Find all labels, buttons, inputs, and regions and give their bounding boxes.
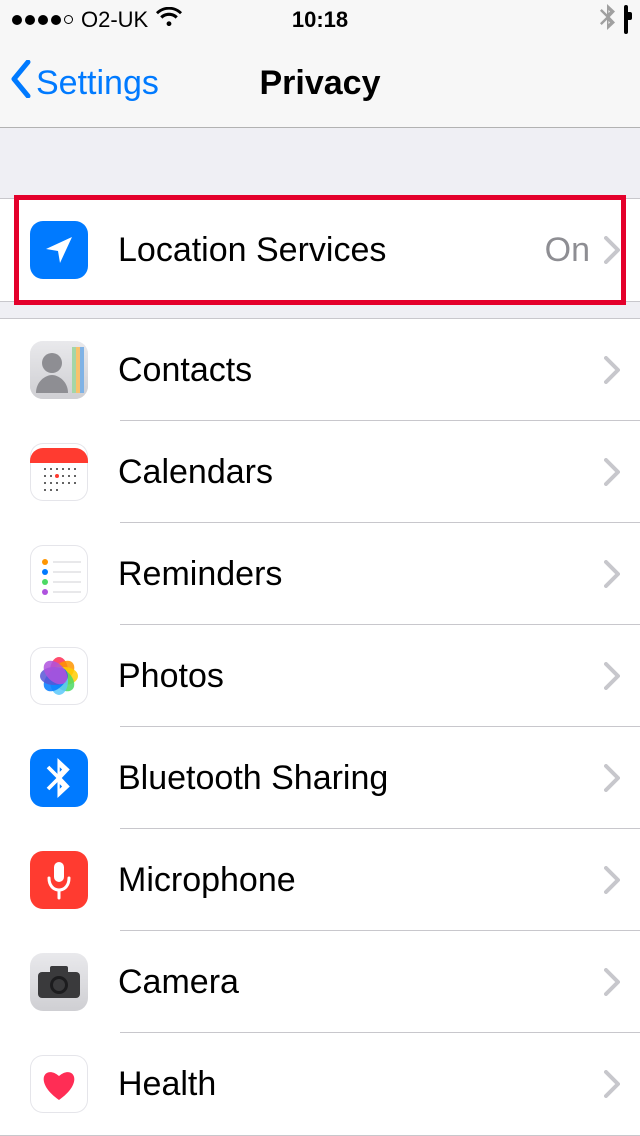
back-button[interactable]: Settings <box>10 60 159 107</box>
row-label: Reminders <box>118 555 604 594</box>
back-label: Settings <box>36 64 159 103</box>
carrier-label: O2-UK <box>81 7 148 33</box>
contacts-icon <box>30 341 88 399</box>
row-label: Health <box>118 1065 604 1104</box>
row-label: Contacts <box>118 351 604 390</box>
chevron-right-icon <box>604 236 620 264</box>
row-label: Camera <box>118 963 604 1002</box>
chevron-right-icon <box>604 968 620 996</box>
chevron-right-icon <box>604 764 620 792</box>
row-camera[interactable]: Camera <box>0 931 640 1033</box>
row-contacts[interactable]: Contacts <box>0 319 640 421</box>
row-calendars[interactable]: Calendars <box>0 421 640 523</box>
row-photos[interactable]: Photos <box>0 625 640 727</box>
health-icon <box>30 1055 88 1113</box>
calendars-icon <box>30 443 88 501</box>
nav-bar: Settings Privacy <box>0 40 640 128</box>
row-microphone[interactable]: Microphone <box>0 829 640 931</box>
back-chevron-icon <box>10 60 32 107</box>
row-label: Photos <box>118 657 604 696</box>
status-right <box>600 4 628 36</box>
status-left: O2-UK <box>12 7 182 33</box>
row-value: On <box>545 231 590 270</box>
row-label: Bluetooth Sharing <box>118 759 604 798</box>
row-reminders[interactable]: Reminders <box>0 523 640 625</box>
chevron-right-icon <box>604 662 620 690</box>
microphone-icon <box>30 851 88 909</box>
location-icon <box>30 221 88 279</box>
status-bar: O2-UK 10:18 <box>0 0 640 40</box>
section-gap-small <box>0 302 640 318</box>
bluetooth-icon <box>30 749 88 807</box>
battery-icon <box>624 7 628 33</box>
bluetooth-status-icon <box>600 4 616 36</box>
chevron-right-icon <box>604 356 620 384</box>
reminders-icon <box>30 545 88 603</box>
signal-dots-icon <box>12 15 73 25</box>
list-group-2: Contacts Calendars <box>0 318 640 1136</box>
row-bluetooth-sharing[interactable]: Bluetooth Sharing <box>0 727 640 829</box>
wifi-icon <box>156 7 182 33</box>
row-label: Microphone <box>118 861 604 900</box>
chevron-right-icon <box>604 458 620 486</box>
section-gap <box>0 128 640 198</box>
chevron-right-icon <box>604 1070 620 1098</box>
row-label: Calendars <box>118 453 604 492</box>
camera-icon <box>30 953 88 1011</box>
list-group-1: Location Services On <box>0 198 640 302</box>
chevron-right-icon <box>604 560 620 588</box>
row-health[interactable]: Health <box>0 1033 640 1135</box>
row-label: Location Services <box>118 231 545 270</box>
row-location-services[interactable]: Location Services On <box>0 199 640 301</box>
chevron-right-icon <box>604 866 620 894</box>
photos-icon <box>30 647 88 705</box>
